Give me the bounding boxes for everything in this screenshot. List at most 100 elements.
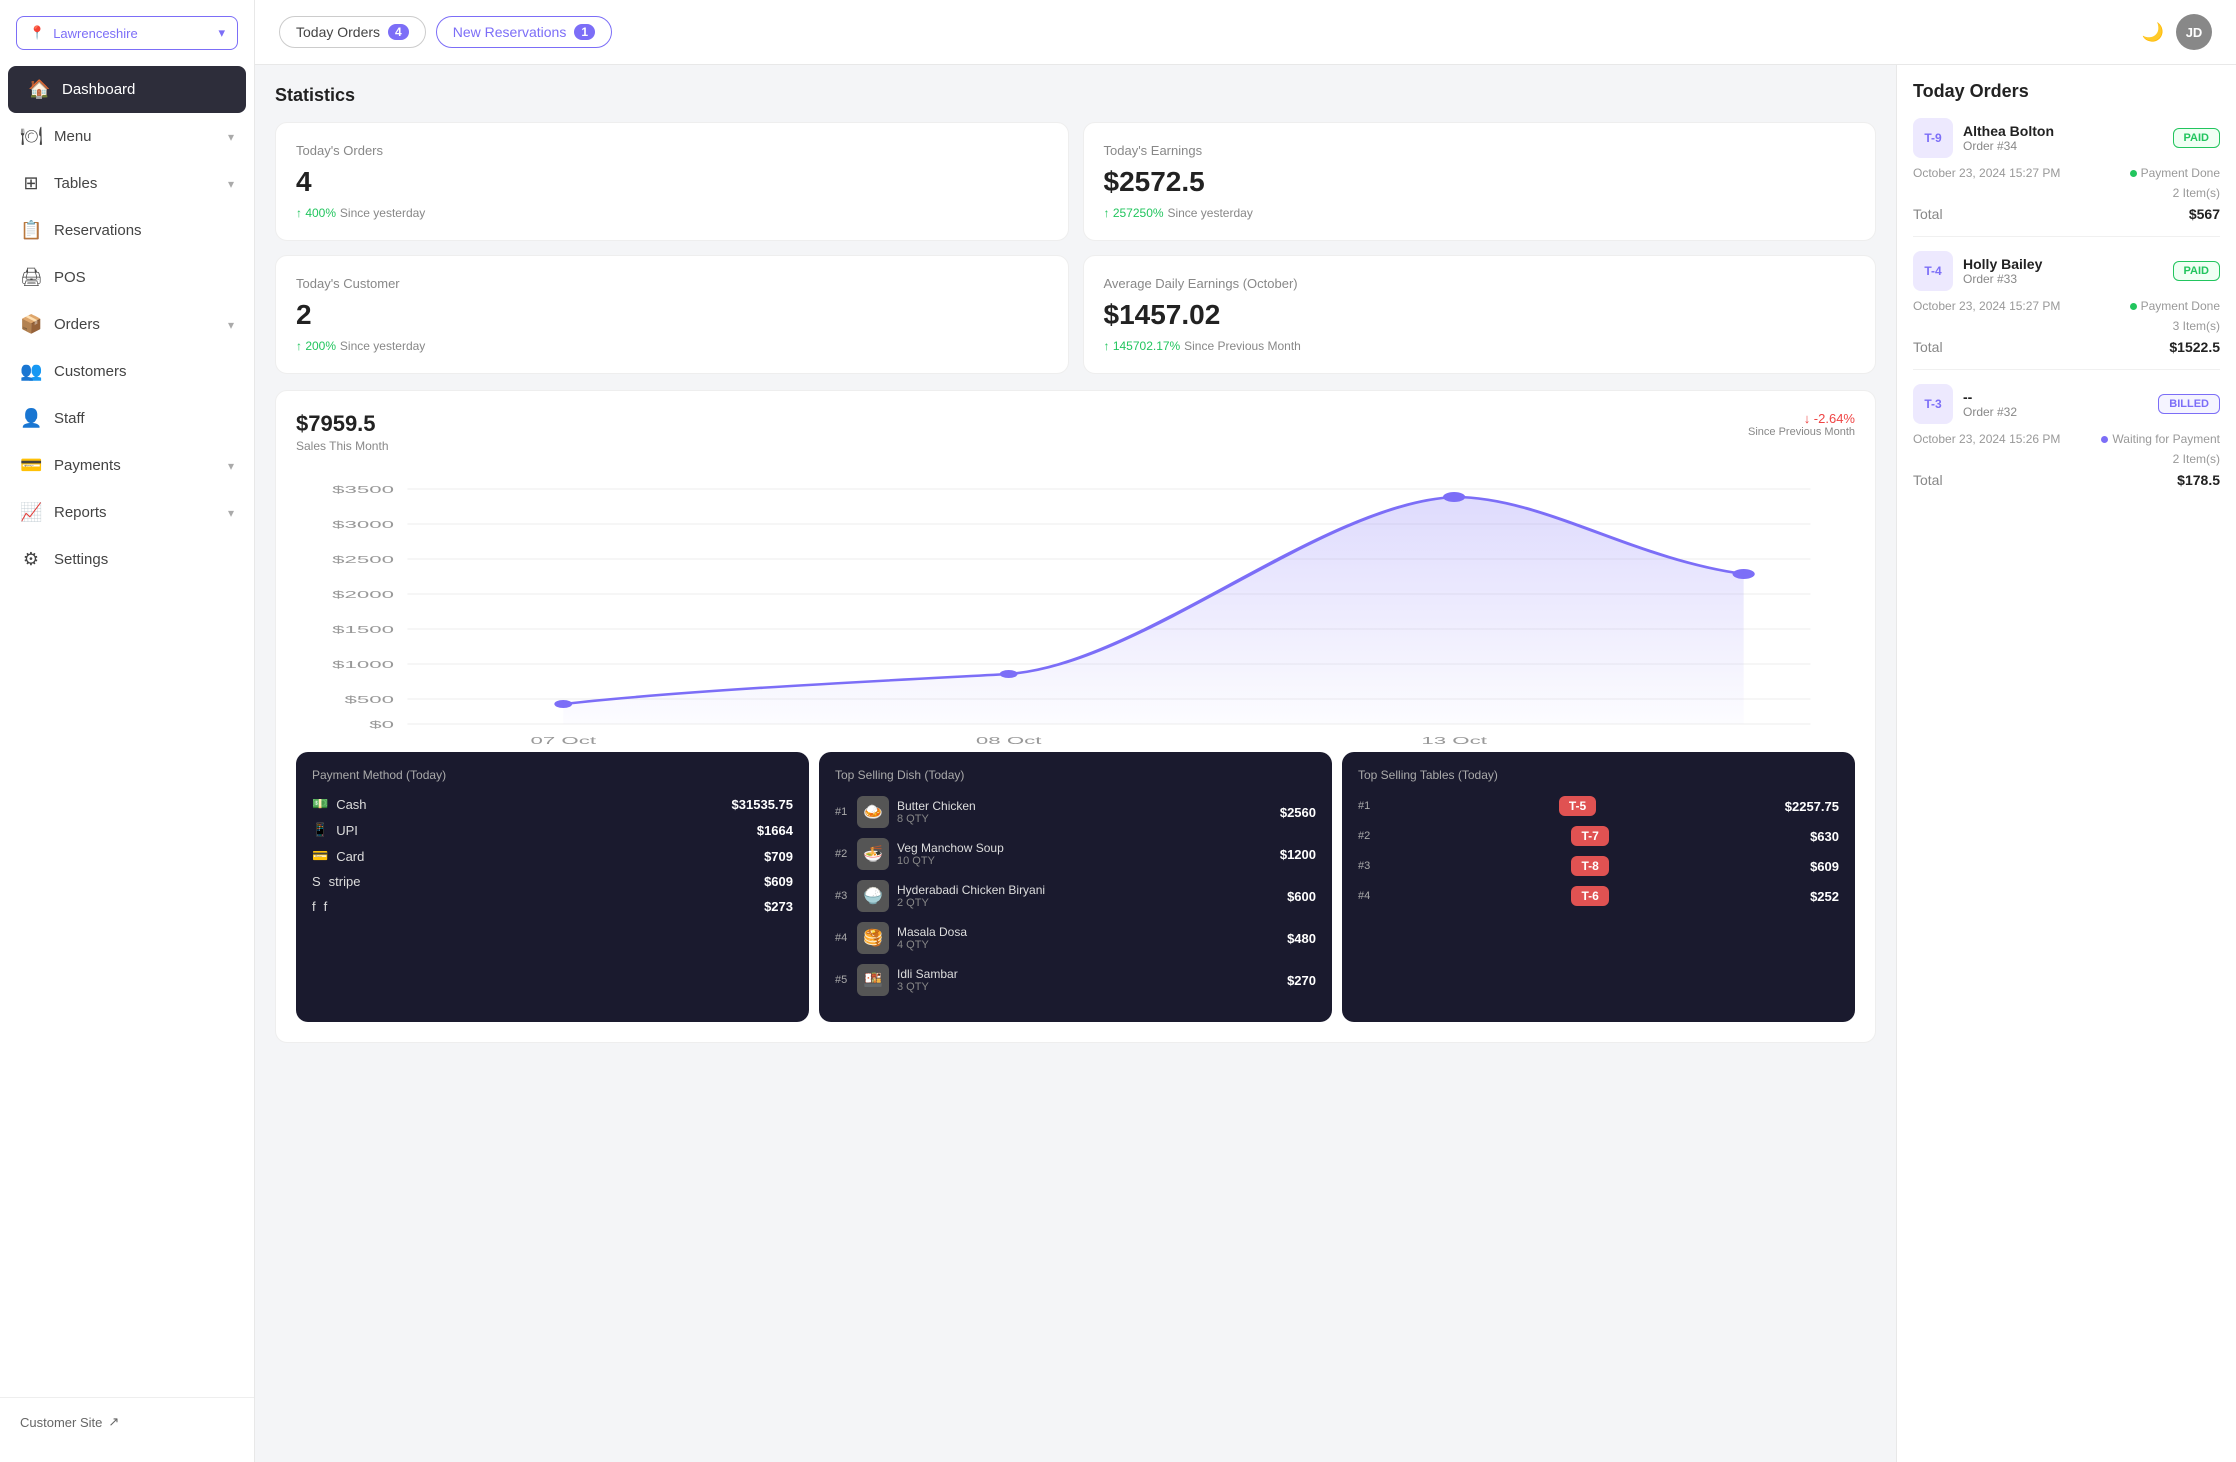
- table-price: $630: [1810, 829, 1839, 844]
- dish-image: 🍚: [857, 880, 889, 912]
- right-panel: Today Orders T-9 Althea Bolton Order #34…: [1896, 65, 2236, 1462]
- payment-amount: $273: [764, 899, 793, 914]
- svg-text:$3000: $3000: [332, 519, 394, 531]
- dish-qty: 8 QTY: [897, 813, 1272, 825]
- tables-icon: ⊞: [20, 173, 42, 194]
- tab-today-orders[interactable]: Today Orders 4: [279, 16, 426, 48]
- sidebar-item-dashboard[interactable]: 🏠 Dashboard: [8, 66, 246, 113]
- external-link-icon: ↗: [108, 1414, 119, 1430]
- orders-list: T-9 Althea Bolton Order #34 PAID October…: [1913, 118, 2220, 502]
- sidebar-item-label: Reports: [54, 504, 107, 521]
- order-items-row: 2 Item(s): [1913, 186, 2220, 200]
- tab-label: Today Orders: [296, 24, 380, 40]
- dish-image: 🥞: [857, 922, 889, 954]
- order-total-value: $178.5: [2177, 472, 2220, 488]
- sidebar-item-tables[interactable]: ⊞ Tables ▾: [0, 160, 254, 207]
- stat-label: Average Daily Earnings (October): [1104, 276, 1856, 291]
- svg-text:08 Oct: 08 Oct: [976, 735, 1042, 747]
- chevron-right-icon: ▾: [228, 177, 234, 191]
- order-item-count: 2 Item(s): [2173, 452, 2220, 466]
- avatar[interactable]: JD: [2176, 14, 2212, 50]
- payment-label: stripe: [329, 874, 361, 889]
- svg-text:$3500: $3500: [332, 484, 394, 496]
- tab-new-reservations[interactable]: New Reservations 1: [436, 16, 612, 48]
- sidebar-item-label: Dashboard: [62, 81, 135, 98]
- payment-method-row: 📱 UPI $1664: [312, 822, 793, 838]
- order-items-row: 3 Item(s): [1913, 319, 2220, 333]
- top-dishes-list: #1 🍛 Butter Chicken 8 QTY $2560 #2 🍜 Veg…: [835, 796, 1316, 996]
- dish-name: Idli Sambar: [897, 967, 1279, 981]
- reservations-icon: 📋: [20, 220, 42, 241]
- sidebar-item-label: Reservations: [54, 222, 142, 239]
- pin-icon: 📍: [29, 25, 45, 41]
- chart-subtitle: Sales This Month: [296, 439, 389, 453]
- order-total-label: Total: [1913, 472, 1943, 488]
- pos-icon: 🖨: [20, 267, 42, 288]
- stat-card: Average Daily Earnings (October) $1457.0…: [1083, 255, 1877, 374]
- dish-rank: #2: [835, 848, 849, 860]
- payment-label: Cash: [336, 797, 366, 812]
- table-badge: T-5: [1559, 796, 1596, 816]
- dish-info: Masala Dosa 4 QTY: [897, 925, 1279, 951]
- dish-image: 🍛: [857, 796, 889, 828]
- top-bar-right: 🌙 JD: [2142, 14, 2212, 50]
- order-header: T-4 Holly Bailey Order #33 PAID: [1913, 251, 2220, 291]
- sidebar-item-label: Tables: [54, 175, 97, 192]
- order-header: T-3 -- Order #32 BILLED: [1913, 384, 2220, 424]
- sidebar-item-settings[interactable]: ⚙ Settings: [0, 536, 254, 583]
- sidebar-item-staff[interactable]: 👤 Staff: [0, 395, 254, 442]
- stat-change-text: Since yesterday: [1167, 206, 1252, 220]
- content-area: Statistics Today's Orders 4 ↑ 400% Since…: [255, 65, 2236, 1462]
- stat-change-pct: ↑ 400%: [296, 206, 336, 220]
- top-bar: Today Orders 4 New Reservations 1 🌙 JD: [255, 0, 2236, 65]
- order-customer: Holly Bailey Order #33: [1963, 256, 2163, 286]
- stat-label: Today's Customer: [296, 276, 1048, 291]
- main-area: Today Orders 4 New Reservations 1 🌙 JD S…: [255, 0, 2236, 1462]
- top-table-row: #2 T-7 $630: [1358, 826, 1839, 846]
- table-price: $609: [1810, 859, 1839, 874]
- chart-header: $7959.5 Sales This Month ↓ -2.64% Since …: [296, 411, 1855, 453]
- order-customer: Althea Bolton Order #34: [1963, 123, 2163, 153]
- sidebar-item-pos[interactable]: 🖨 POS: [0, 254, 254, 301]
- top-tables-list: #1 T-5 $2257.75 #2 T-7 $630 #3 T-8 $609 …: [1358, 796, 1839, 906]
- order-total-row: Total $567: [1913, 206, 2220, 222]
- reports-icon: 📈: [20, 502, 42, 523]
- order-status-badge: BILLED: [2158, 394, 2220, 414]
- dark-panels: Payment Method (Today) 💵 Cash $31535.75 …: [296, 752, 1855, 1022]
- svg-text:$1000: $1000: [332, 659, 394, 671]
- location-selector[interactable]: 📍 Lawrenceshire ▾: [16, 16, 238, 50]
- sidebar-item-customers[interactable]: 👥 Customers: [0, 348, 254, 395]
- table-rank: #1: [1358, 800, 1370, 812]
- settings-icon: ⚙: [20, 549, 42, 570]
- sidebar-item-reservations[interactable]: 📋 Reservations: [0, 207, 254, 254]
- order-table-badge: T-3: [1913, 384, 1953, 424]
- dish-info: Idli Sambar 3 QTY: [897, 967, 1279, 993]
- stat-value: 4: [296, 166, 1048, 198]
- payment-label: Card: [336, 849, 364, 864]
- sidebar-item-label: Settings: [54, 551, 108, 568]
- sidebar-item-label: Payments: [54, 457, 121, 474]
- sidebar-item-menu[interactable]: 🍽 Menu ▾: [0, 113, 254, 160]
- chevron-right-icon: ▾: [228, 506, 234, 520]
- sidebar-item-reports[interactable]: 📈 Reports ▾: [0, 489, 254, 536]
- order-header: T-9 Althea Bolton Order #34 PAID: [1913, 118, 2220, 158]
- stat-value: $2572.5: [1104, 166, 1856, 198]
- sidebar-item-orders[interactable]: 📦 Orders ▾: [0, 301, 254, 348]
- statistics-title: Statistics: [275, 85, 1876, 106]
- dish-price: $2560: [1280, 805, 1316, 820]
- stat-card: Today's Earnings $2572.5 ↑ 257250% Since…: [1083, 122, 1877, 241]
- chevron-right-icon: ▾: [228, 318, 234, 332]
- sidebar-item-payments[interactable]: 💳 Payments ▾: [0, 442, 254, 489]
- order-datetime: October 23, 2024 15:26 PM: [1913, 432, 2060, 446]
- customer-site-link[interactable]: Customer Site ↗: [20, 1414, 234, 1430]
- nav-items: 🏠 Dashboard 🍽 Menu ▾ ⊞ Tables ▾ 📋 Reserv…: [0, 66, 254, 583]
- order-total-value: $567: [2189, 206, 2220, 222]
- sidebar-item-label: Staff: [54, 410, 85, 427]
- dish-price: $270: [1287, 973, 1316, 988]
- top-dishes-title: Top Selling Dish (Today): [835, 768, 1316, 782]
- table-price: $252: [1810, 889, 1839, 904]
- dish-qty: 10 QTY: [897, 855, 1272, 867]
- payment-method-name: 💳 Card: [312, 848, 364, 864]
- orders-icon: 📦: [20, 314, 42, 335]
- dark-mode-toggle[interactable]: 🌙: [2142, 22, 2164, 43]
